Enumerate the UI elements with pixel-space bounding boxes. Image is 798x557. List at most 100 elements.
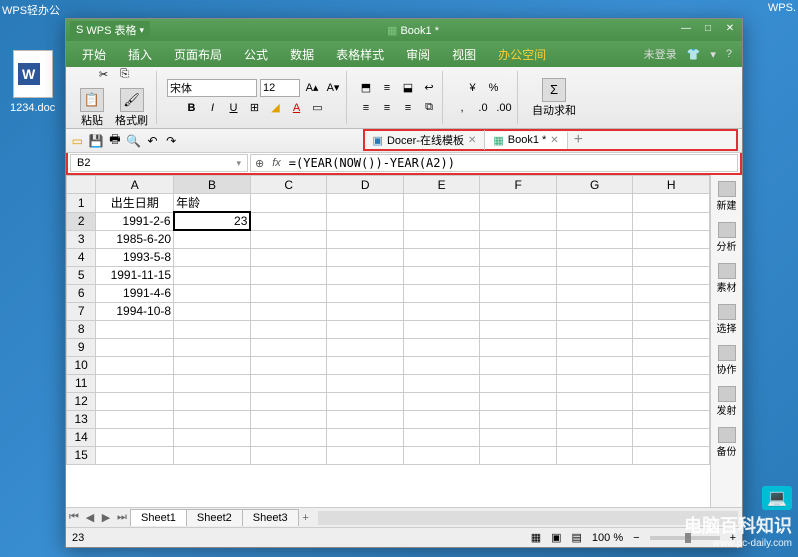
cell[interactable] <box>633 356 710 374</box>
cell[interactable] <box>556 248 633 266</box>
cell[interactable] <box>174 374 251 392</box>
cell[interactable] <box>480 338 556 356</box>
increase-font-icon[interactable]: A▴ <box>303 79 321 97</box>
cell[interactable] <box>556 302 633 320</box>
cell[interactable] <box>556 428 633 446</box>
row-header[interactable]: 2 <box>67 212 96 230</box>
cell[interactable] <box>327 356 404 374</box>
cell[interactable] <box>633 230 710 248</box>
sheet-tab[interactable]: Sheet3 <box>242 509 299 526</box>
decrease-font-icon[interactable]: A▾ <box>324 79 342 97</box>
side-panel-item[interactable]: 协作 <box>715 343 739 378</box>
cell[interactable] <box>250 212 327 230</box>
column-header[interactable]: C <box>250 176 327 194</box>
menu-page-layout[interactable]: 页面布局 <box>164 43 232 66</box>
cell[interactable] <box>327 428 404 446</box>
fx-icon[interactable]: fx <box>268 157 285 169</box>
format-painter-button[interactable]: 🖌 格式刷 <box>111 86 152 130</box>
side-panel-item[interactable]: 分析 <box>715 220 739 255</box>
grid[interactable]: ABCDEFGH1出生日期年龄21991-2-62331985-6-204199… <box>66 175 710 507</box>
cell[interactable] <box>327 374 404 392</box>
cell[interactable] <box>403 338 479 356</box>
cell[interactable] <box>250 194 327 213</box>
horizontal-scrollbar[interactable] <box>318 511 738 525</box>
auto-sum-button[interactable]: Σ 自动求和 <box>528 76 580 120</box>
cell[interactable] <box>480 230 556 248</box>
cell[interactable] <box>556 446 633 464</box>
zoom-formula-icon[interactable]: ⊕ <box>251 157 268 170</box>
print-icon[interactable]: 🖶 <box>108 132 123 150</box>
cell[interactable] <box>403 356 479 374</box>
cell[interactable] <box>403 284 479 302</box>
close-button[interactable]: ✕ <box>722 23 738 37</box>
cell[interactable] <box>250 446 327 464</box>
align-bottom-icon[interactable]: ⬓ <box>399 79 417 97</box>
cell[interactable] <box>403 266 479 284</box>
row-header[interactable]: 5 <box>67 266 96 284</box>
percent-icon[interactable]: % <box>485 79 503 97</box>
cell[interactable] <box>480 356 556 374</box>
cell[interactable] <box>96 338 174 356</box>
cell[interactable] <box>96 320 174 338</box>
wrap-text-icon[interactable]: ↩ <box>420 79 438 97</box>
menu-insert[interactable]: 插入 <box>118 43 162 66</box>
close-icon[interactable]: ✕ <box>550 135 558 146</box>
cell[interactable] <box>633 320 710 338</box>
cell[interactable] <box>250 266 327 284</box>
cell[interactable]: 1991-4-6 <box>96 284 174 302</box>
cell[interactable] <box>174 302 251 320</box>
maximize-button[interactable]: □ <box>700 23 716 37</box>
row-header[interactable]: 15 <box>67 446 96 464</box>
add-sheet-icon[interactable]: + <box>298 512 314 524</box>
merge-cells-icon[interactable]: ⧉ <box>420 99 438 117</box>
row-header[interactable]: 14 <box>67 428 96 446</box>
cell[interactable] <box>327 410 404 428</box>
new-file-icon[interactable]: ▭ <box>70 132 85 150</box>
cell[interactable]: 1994-10-8 <box>96 302 174 320</box>
cell[interactable] <box>327 446 404 464</box>
border-icon[interactable]: ⊞ <box>246 99 264 117</box>
font-size-combo[interactable] <box>260 79 300 97</box>
cell[interactable] <box>327 248 404 266</box>
align-top-icon[interactable]: ⬒ <box>357 79 375 97</box>
row-header[interactable]: 1 <box>67 194 96 213</box>
cell[interactable] <box>96 374 174 392</box>
cell[interactable] <box>480 284 556 302</box>
cell[interactable] <box>480 212 556 230</box>
side-panel-item[interactable]: 新建 <box>715 179 739 214</box>
row-header[interactable]: 11 <box>67 374 96 392</box>
cell[interactable] <box>556 212 633 230</box>
row-header[interactable]: 12 <box>67 392 96 410</box>
redo-icon[interactable]: ↷ <box>164 132 179 150</box>
cell[interactable] <box>250 248 327 266</box>
cell[interactable]: 年龄 <box>174 194 251 213</box>
cell[interactable] <box>250 392 327 410</box>
cell[interactable] <box>403 230 479 248</box>
cell[interactable]: 23 <box>174 212 251 230</box>
login-link[interactable]: 未登录 <box>640 44 681 64</box>
cell[interactable] <box>403 302 479 320</box>
cell[interactable] <box>633 446 710 464</box>
desktop-file[interactable]: 1234.doc <box>10 50 55 114</box>
cell[interactable] <box>174 338 251 356</box>
side-panel-item[interactable]: 发射 <box>715 384 739 419</box>
underline-icon[interactable]: U <box>225 99 243 117</box>
currency-icon[interactable]: ¥ <box>464 79 482 97</box>
align-right-icon[interactable]: ≡ <box>399 99 417 117</box>
cell[interactable] <box>327 320 404 338</box>
cell[interactable] <box>633 266 710 284</box>
menu-table-style[interactable]: 表格样式 <box>326 43 394 66</box>
view-page-icon[interactable]: ▣ <box>551 531 561 544</box>
menu-review[interactable]: 审阅 <box>396 43 440 66</box>
menu-data[interactable]: 数据 <box>280 43 324 66</box>
sheet-nav-prev-icon[interactable]: ◀ <box>82 511 98 524</box>
menu-formula[interactable]: 公式 <box>234 43 278 66</box>
cell[interactable]: 1985-6-20 <box>96 230 174 248</box>
cell[interactable] <box>556 320 633 338</box>
cell[interactable] <box>480 428 556 446</box>
cell[interactable] <box>556 194 633 213</box>
close-icon[interactable]: ✕ <box>468 135 476 146</box>
row-header[interactable]: 6 <box>67 284 96 302</box>
menu-view[interactable]: 视图 <box>442 43 486 66</box>
print-preview-icon[interactable]: 🔍 <box>126 132 141 150</box>
